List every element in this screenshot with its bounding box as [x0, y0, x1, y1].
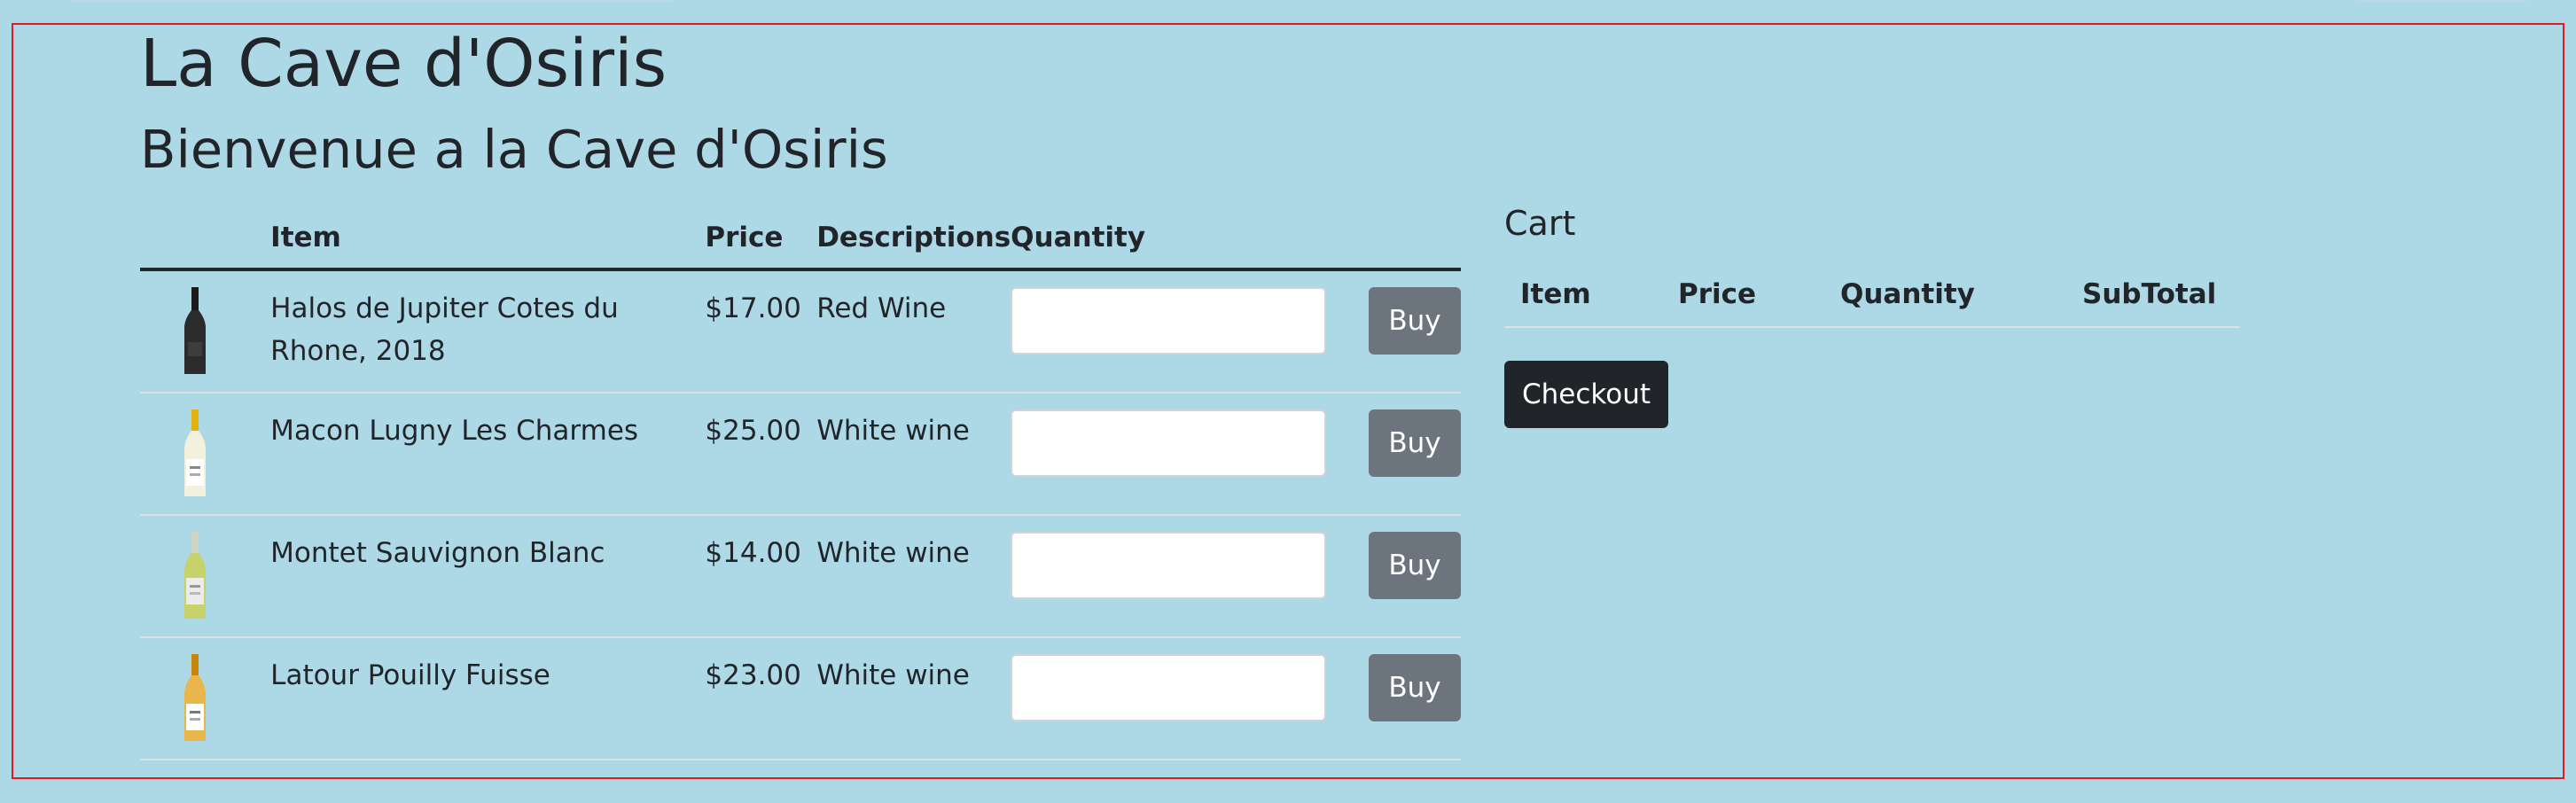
welcome-heading: Bienvenue a la Cave d'Osiris: [140, 119, 888, 180]
product-name: Latour Pouilly Fuisse: [270, 637, 706, 760]
product-image-cell: [140, 269, 271, 394]
product-description: Red Wine: [816, 269, 1011, 394]
quantity-input[interactable]: [1011, 654, 1327, 721]
buy-cell: Buy: [1339, 515, 1461, 638]
product-row: Montet Sauvignon Blanc $14.00 White wine…: [140, 515, 1461, 638]
quantity-input[interactable]: [1011, 532, 1327, 599]
white-wine-bottle-icon: [184, 654, 206, 741]
product-row: Macon Lugny Les Charmes $25.00 White win…: [140, 393, 1461, 516]
header-descriptions: Descriptions: [816, 213, 1011, 271]
header-quantity: Quantity: [1011, 213, 1340, 271]
cart-header-item: Item: [1504, 269, 1662, 328]
product-row: Latour Pouilly Fuisse $23.00 White wine …: [140, 637, 1461, 760]
cart-table-header: Item Price Quantity SubTotal: [1504, 269, 2240, 328]
top-cutoff-text: [2358, 0, 2526, 2]
quantity-cell: [1011, 637, 1340, 760]
product-name: Halos de Jupiter Cotes du Rhone, 2018: [270, 269, 706, 394]
page-title: La Cave d'Osiris: [140, 26, 667, 102]
product-name: Macon Lugny Les Charmes: [270, 393, 706, 516]
product-price: $17.00: [705, 269, 817, 394]
checkout-button[interactable]: Checkout: [1504, 361, 1668, 428]
header-buy: [1339, 213, 1461, 271]
top-cutoff-text: [71, 0, 674, 2]
product-row: Halos de Jupiter Cotes du Rhone, 2018 $1…: [140, 269, 1461, 394]
product-price: $14.00: [705, 515, 817, 638]
cart-header-price: Price: [1662, 269, 1824, 328]
quantity-cell: [1011, 269, 1340, 394]
header-item: Item: [270, 213, 706, 271]
buy-button[interactable]: Buy: [1368, 532, 1461, 599]
red-wine-bottle-icon: [184, 287, 206, 374]
white-wine-bottle-icon: [184, 532, 206, 619]
buy-button[interactable]: Buy: [1368, 287, 1461, 355]
white-wine-bottle-icon: [184, 409, 206, 496]
top-strip: [0, 0, 2576, 21]
buy-button[interactable]: Buy: [1368, 654, 1461, 721]
cart-header-quantity: Quantity: [1824, 269, 2066, 328]
cart-title: Cart: [1504, 204, 1576, 243]
bottom-strip: [0, 779, 2576, 803]
header-price: Price: [705, 213, 817, 271]
product-price: $25.00: [705, 393, 817, 516]
buy-cell: Buy: [1339, 637, 1461, 760]
product-name: Montet Sauvignon Blanc: [270, 515, 706, 638]
cart-header-subtotal: SubTotal: [2066, 269, 2240, 328]
cart-table: Item Price Quantity SubTotal: [1504, 269, 2240, 328]
quantity-cell: [1011, 515, 1340, 638]
header-image: [140, 213, 271, 271]
product-description: White wine: [816, 393, 1011, 516]
product-image-cell: [140, 393, 271, 516]
quantity-cell: [1011, 393, 1340, 516]
quantity-input[interactable]: [1011, 409, 1327, 477]
buy-cell: Buy: [1339, 393, 1461, 516]
product-image-cell: [140, 637, 271, 760]
buy-cell: Buy: [1339, 269, 1461, 394]
product-description: White wine: [816, 515, 1011, 638]
product-table-header: Item Price Descriptions Quantity: [140, 213, 1461, 271]
product-price: $23.00: [705, 637, 817, 760]
product-image-cell: [140, 515, 271, 638]
quantity-input[interactable]: [1011, 287, 1327, 355]
product-table: Item Price Descriptions Quantity Halos d…: [140, 213, 1461, 760]
product-description: White wine: [816, 637, 1011, 760]
buy-button[interactable]: Buy: [1368, 409, 1461, 477]
